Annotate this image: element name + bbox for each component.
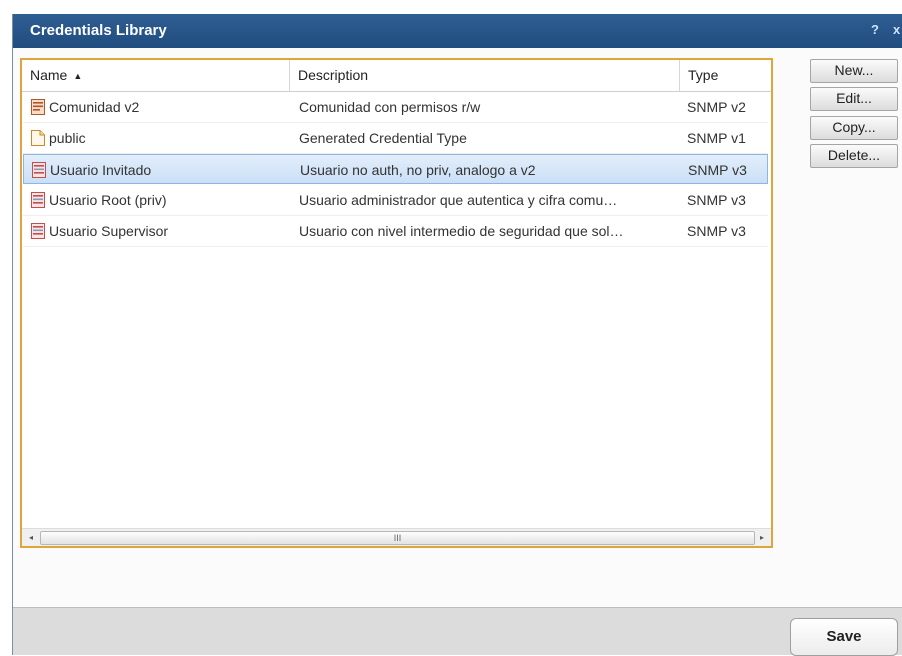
new-button[interactable]: New... [810, 59, 898, 83]
cell-name: Usuario Root (priv) [49, 192, 167, 208]
footer-bar: Save [13, 607, 902, 656]
delete-button[interactable]: Delete... [810, 144, 898, 168]
credentials-list: Name ▲ Description Type Comunidad v2 Comun… [20, 58, 773, 548]
cell-description: Generated Credential Type [299, 130, 467, 146]
table-header: Name ▲ Description Type [22, 60, 771, 92]
title-bar: Credentials Library ? x [13, 14, 902, 48]
cell-description: Usuario administrador que autentica y ci… [299, 192, 618, 208]
content-area: Name ▲ Description Type Comunidad v2 Comun… [13, 48, 902, 608]
generic-credential-icon [31, 130, 45, 146]
credentials-library-window: Credentials Library ? x Name ▲ Descriptio… [12, 14, 902, 656]
cell-name: Comunidad v2 [49, 99, 140, 115]
close-icon[interactable]: x [893, 22, 900, 37]
save-button[interactable]: Save [790, 618, 898, 656]
table-row[interactable]: Usuario Root (priv) Usuario administrador… [23, 185, 768, 216]
column-header-name[interactable]: Name ▲ [22, 60, 290, 91]
cell-type: SNMP v3 [687, 223, 746, 239]
table-row[interactable]: Usuario Supervisor Usuario con nivel inte… [23, 216, 768, 247]
column-header-type[interactable]: Type [680, 60, 771, 91]
column-header-description[interactable]: Description [290, 60, 680, 91]
window-title: Credentials Library [30, 22, 167, 39]
table-row[interactable]: public Generated Credential Type SNMP v1 [23, 123, 768, 154]
horizontal-scrollbar[interactable]: ◂ III ▸ [22, 528, 771, 546]
column-header-type-label: Type [688, 67, 719, 83]
cell-type: SNMP v3 [688, 162, 747, 178]
cell-name: Usuario Supervisor [49, 223, 169, 239]
column-header-description-label: Description [298, 67, 369, 83]
column-header-name-label: Name [30, 67, 68, 83]
sort-ascending-icon: ▲ [73, 71, 83, 81]
scroll-left-icon[interactable]: ◂ [23, 529, 39, 546]
table-row[interactable]: Usuario Invitado Usuario no auth, no priv… [23, 154, 768, 184]
cell-description: Usuario con nivel intermedio de segurida… [299, 223, 624, 239]
table-row[interactable]: Comunidad v2 Comunidad con permisos r/w SN… [23, 92, 768, 123]
cell-type: SNMP v1 [687, 130, 746, 146]
user-credential-icon [31, 223, 45, 239]
cell-type: SNMP v3 [687, 192, 746, 208]
scrollbar-thumb[interactable]: III [40, 531, 755, 545]
scroll-right-icon[interactable]: ▸ [754, 529, 770, 546]
cell-name: public [49, 130, 86, 146]
cell-description: Usuario no auth, no priv, analogo a v2 [300, 162, 536, 178]
community-credential-icon [31, 99, 45, 115]
user-credential-icon [31, 192, 45, 208]
help-icon[interactable]: ? [871, 22, 879, 37]
user-credential-icon [32, 162, 46, 178]
cell-description: Comunidad con permisos r/w [299, 99, 481, 115]
copy-button[interactable]: Copy... [810, 116, 898, 140]
cell-name: Usuario Invitado [50, 162, 152, 178]
cell-type: SNMP v2 [687, 99, 746, 115]
edit-button[interactable]: Edit... [810, 87, 898, 111]
